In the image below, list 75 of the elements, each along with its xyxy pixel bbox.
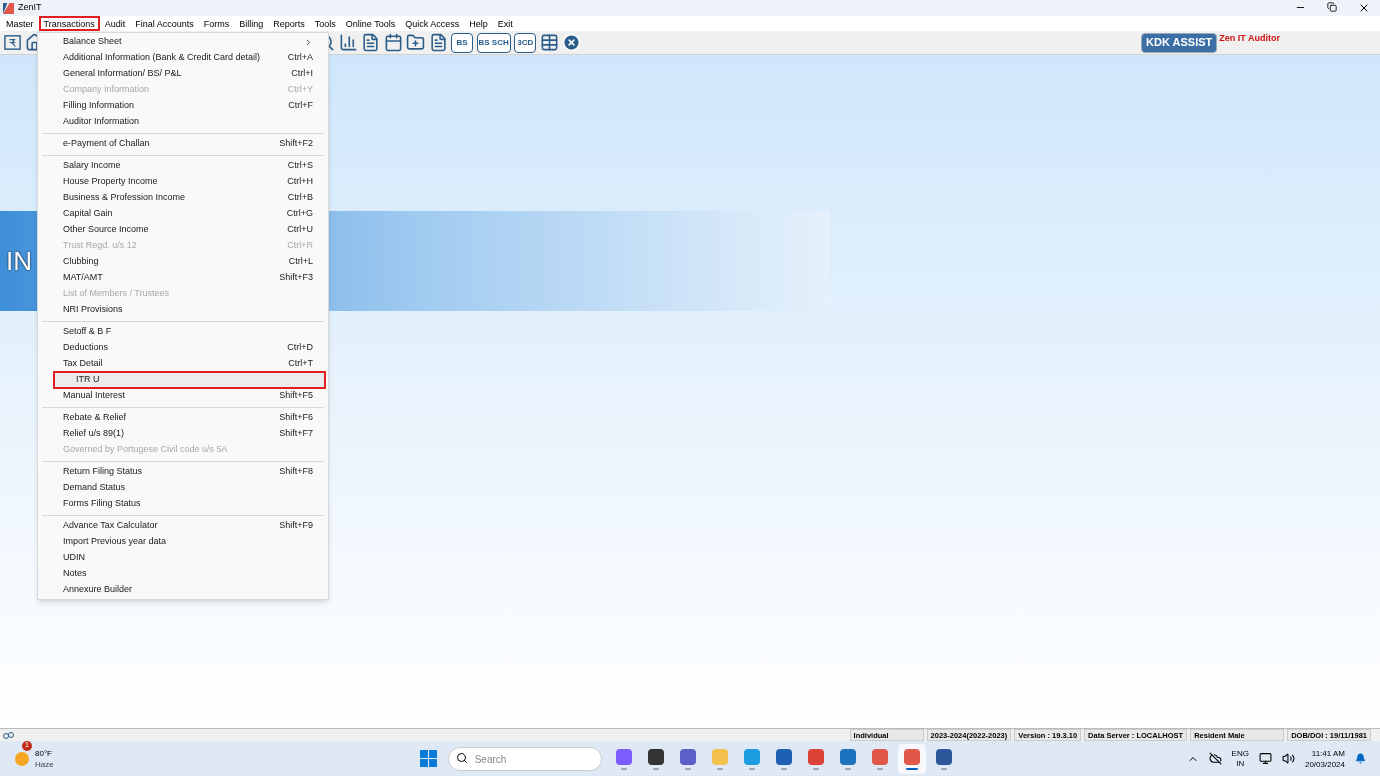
menu-bar-item[interactable]: Transactions [38, 16, 100, 31]
app-logo-icon [3, 2, 14, 14]
rupee-book-icon[interactable] [3, 33, 22, 52]
menu-item[interactable]: Import Previous year data [41, 534, 325, 550]
menu-bar-item[interactable]: Tools [309, 16, 341, 31]
menu-item[interactable]: e-Payment of Challan Shift+F2 [41, 136, 325, 152]
menu-bar-item[interactable]: Final Accounts [130, 16, 199, 31]
menu-bar-item[interactable]: Exit [492, 16, 518, 31]
menu-item[interactable]: House Property Income Ctrl+H [41, 174, 325, 190]
menu-item[interactable]: Annexure Builder [41, 582, 325, 598]
menu-bar-item[interactable]: Reports [268, 16, 310, 31]
menu-item[interactable]: Additional Information (Bank & Credit Card detail) Ctrl+A [41, 50, 325, 66]
toolbar-icon[interactable]: BS [451, 32, 473, 53]
menu-bar-item[interactable]: Audit [99, 16, 131, 31]
menu-item[interactable]: Capital Gain Ctrl+G [41, 206, 325, 222]
menu-item[interactable]: Business & Profession Income Ctrl+B [41, 190, 325, 206]
menu-item[interactable]: Notes [41, 566, 325, 582]
clock-date[interactable]: 20/03/2024 [1304, 758, 1345, 770]
window-title: ZenIT [18, 1, 42, 15]
search-field[interactable]: Search [447, 747, 602, 772]
bell-icon[interactable] [1355, 753, 1366, 764]
banner-text: IN [6, 244, 32, 278]
weather-condition: Haze [35, 758, 54, 770]
menu-bar-item[interactable]: Quick Access [400, 16, 465, 31]
sheet-icon[interactable] [539, 32, 559, 52]
calendar-icon[interactable] [383, 32, 403, 52]
menu-item[interactable]: Tax Detail Ctrl+T [41, 356, 325, 372]
menu-item[interactable]: Salary Income Ctrl+S [41, 158, 325, 174]
assist-button[interactable]: KDK ASSIST [1141, 32, 1218, 53]
close-icon[interactable] [562, 32, 582, 52]
weather-temperature: 80°F [35, 747, 53, 759]
close-icon [1358, 2, 1370, 14]
menu-item[interactable]: Filling Information Ctrl+F [41, 98, 325, 114]
menu-item[interactable]: Deductions Ctrl+D [41, 340, 325, 356]
monitor-icon[interactable] [1258, 752, 1272, 765]
speaker-icon[interactable] [1281, 752, 1295, 765]
menu-item[interactable]: Advance Tax Calculator Shift+F9 [41, 518, 325, 534]
menu-item[interactable]: Other Source Income Ctrl+U [41, 222, 325, 238]
menu-item[interactable]: Rebate & Relief Shift+F6 [41, 410, 325, 426]
menu-item[interactable]: MAT/AMT Shift+F3 [41, 270, 325, 286]
menu-item[interactable]: Manual Interest Shift+F5 [41, 388, 325, 404]
network-icon [3, 730, 14, 740]
toolbar-icon[interactable]: BS SCH [476, 32, 511, 53]
menu-bar-item[interactable]: Help [464, 16, 493, 31]
product-label: Zen IT Auditor [1219, 32, 1280, 45]
menu-bar-item[interactable]: Forms [198, 16, 235, 31]
toolbar-icon[interactable]: 3CD [514, 32, 537, 53]
menu-bar-item[interactable]: Online Tools [340, 16, 401, 31]
menu-item[interactable]: Auditor Information [41, 114, 325, 130]
menu-item[interactable]: Setoff & B F [41, 324, 325, 340]
menu-item[interactable]: General Information/ BS/ P&L Ctrl+I [41, 66, 325, 82]
menu-bar-item[interactable]: Master [1, 16, 39, 31]
document-icon[interactable] [361, 32, 380, 52]
taskbar-app[interactable] [897, 743, 926, 774]
menu-bar-item[interactable]: Billing [234, 16, 269, 31]
clock-time[interactable]: 11:41 AM [1311, 747, 1345, 759]
document-icon[interactable] [428, 32, 448, 52]
menu-item[interactable]: UDIN [41, 550, 325, 566]
region-label[interactable]: IN [1236, 758, 1245, 769]
start-icon[interactable] [419, 750, 437, 767]
menu-item[interactable]: Clubbing Ctrl+L [41, 254, 325, 270]
menu-item[interactable]: Return Filing Status Shift+F8 [41, 464, 325, 480]
menu-item[interactable]: Demand Status [41, 480, 325, 496]
menu-item[interactable]: ITR U [54, 372, 325, 388]
chart-icon[interactable] [338, 32, 358, 52]
menu-item[interactable]: Balance Sheet [41, 34, 325, 50]
weather-icon [14, 750, 30, 767]
menu-item[interactable]: Relief u/s 89(1) Shift+F7 [41, 426, 325, 442]
restore-icon [1327, 2, 1337, 12]
menu-item[interactable]: Forms Filing Status [41, 496, 325, 512]
search-icon [455, 751, 468, 764]
language-label[interactable]: ENG [1231, 748, 1249, 759]
cloud-off-icon[interactable] [1208, 752, 1222, 765]
folder-add-icon[interactable] [406, 32, 425, 52]
menu-item[interactable]: NRI Provisions [41, 302, 325, 318]
